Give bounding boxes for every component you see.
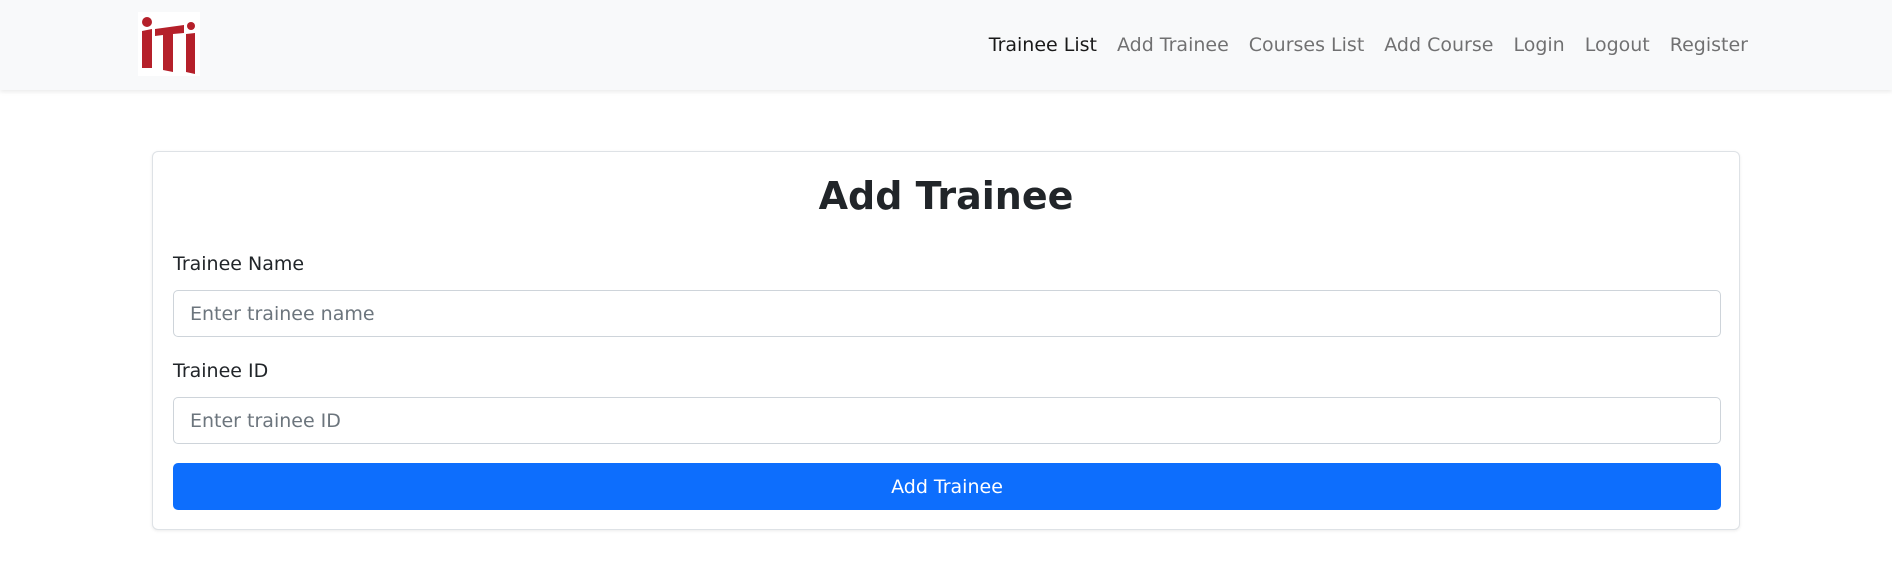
trainee-id-label: Trainee ID	[173, 360, 269, 382]
nav-link-login[interactable]: Login	[1513, 34, 1564, 56]
add-trainee-card: Add Trainee Trainee Name Trainee ID Add …	[152, 151, 1740, 530]
trainee-name-label: Trainee Name	[173, 253, 305, 275]
trainee-id-input[interactable]	[173, 397, 1721, 444]
nav-link-courses-list[interactable]: Courses List	[1249, 34, 1364, 56]
nav-link-add-course[interactable]: Add Course	[1384, 34, 1493, 56]
trainee-name-input[interactable]	[173, 290, 1721, 337]
nav-link-register[interactable]: Register	[1670, 34, 1748, 56]
nav-link-trainee-list[interactable]: Trainee List	[989, 34, 1097, 56]
nav-link-logout[interactable]: Logout	[1585, 34, 1650, 56]
navbar: Trainee List Add Trainee Courses List Ad…	[0, 0, 1892, 90]
nav-link-add-trainee[interactable]: Add Trainee	[1117, 34, 1229, 56]
nav-links: Trainee List Add Trainee Courses List Ad…	[989, 0, 1748, 90]
iti-logo-icon[interactable]	[138, 12, 200, 76]
add-trainee-button[interactable]: Add Trainee	[173, 463, 1721, 510]
form-title: Add Trainee	[818, 174, 1074, 218]
